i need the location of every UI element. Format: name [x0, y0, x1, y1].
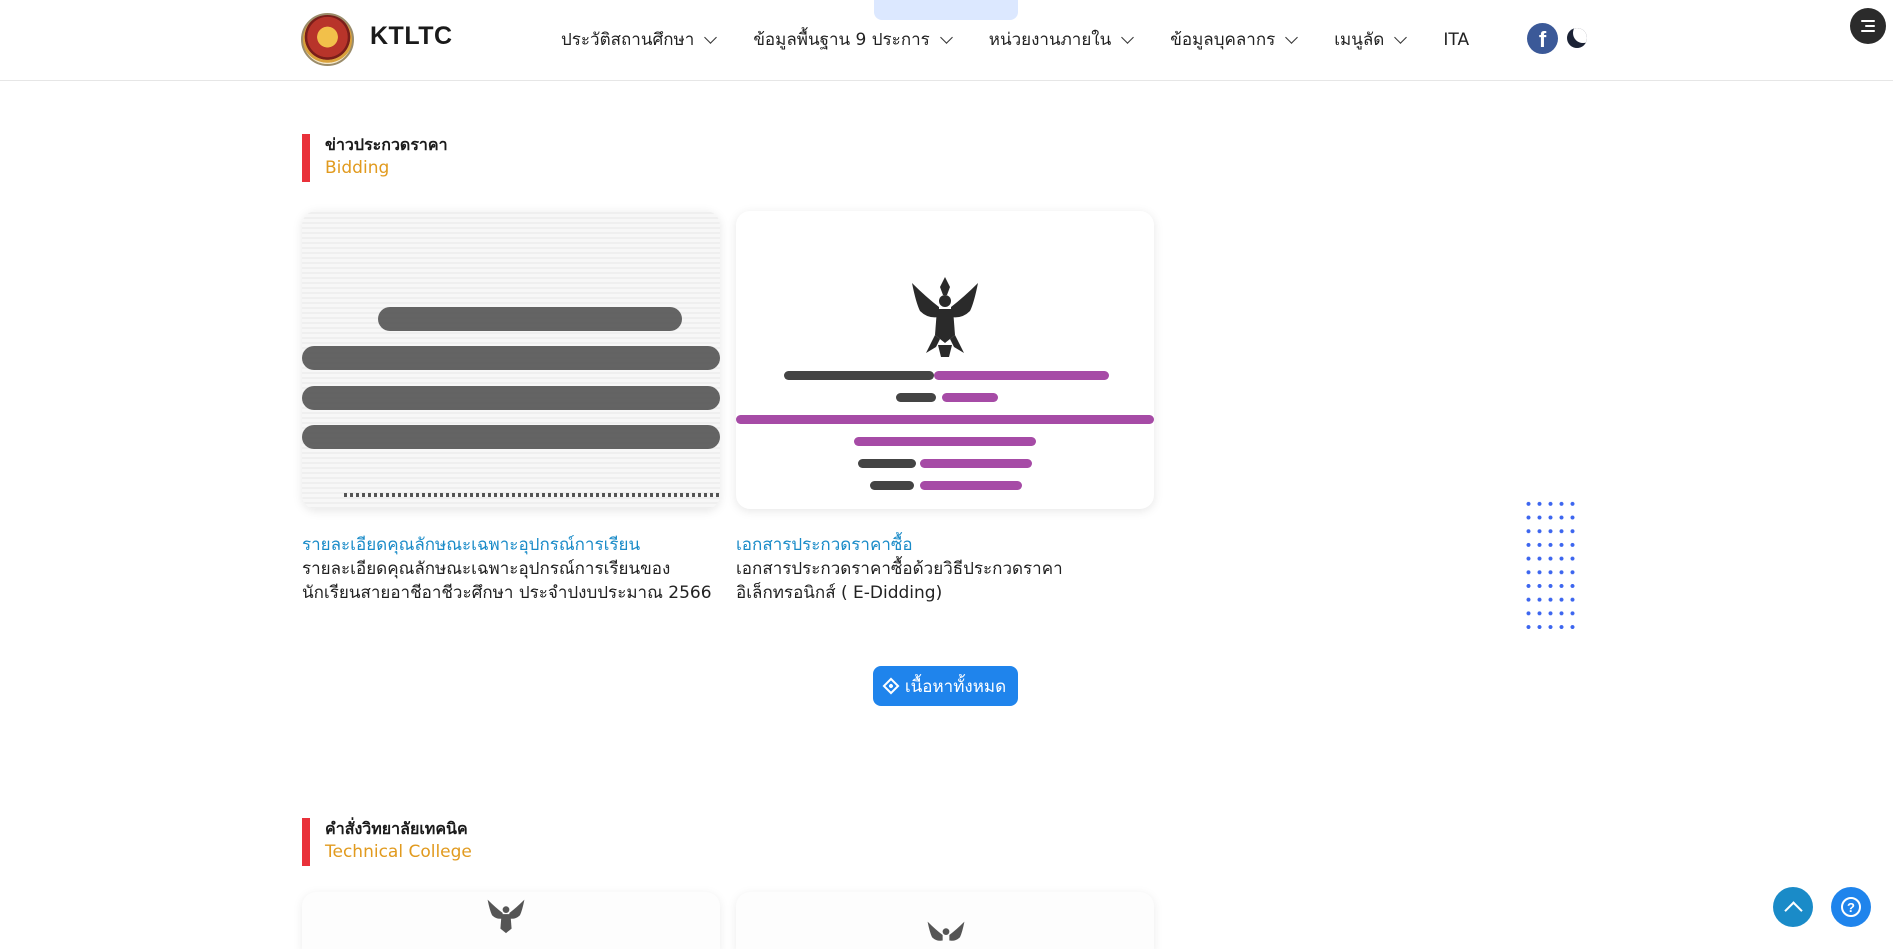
section-header-bidding: ข่าวประกวดราคา Bidding: [302, 134, 448, 182]
garuda-emblem-icon: [927, 921, 965, 941]
chevron-down-icon: [1285, 30, 1299, 44]
nav-item-personnel[interactable]: ข้อมูลบุคลากร: [1170, 26, 1299, 53]
chevron-down-icon: [1121, 30, 1135, 44]
card-title[interactable]: เอกสารประกวดราคาซื้อ: [736, 533, 1154, 557]
section-subtitle: Bidding: [325, 158, 390, 178]
card-thumbnail[interactable]: [736, 892, 1154, 949]
nav-item-shortcuts[interactable]: เมนูลัด: [1334, 26, 1408, 53]
menu-settings-icon[interactable]: [1850, 8, 1886, 44]
decorative-dot-grid: [1523, 497, 1575, 637]
card-thumbnail[interactable]: [736, 211, 1154, 509]
diamond-icon: [882, 677, 900, 695]
card-thumbnail[interactable]: [302, 892, 720, 949]
section-title: คำสั่งวิทยาลัยเทคนิค: [325, 819, 468, 838]
chevron-up-icon: [1783, 901, 1803, 920]
nav-label: ข้อมูลพื้นฐาน 9 ประการ: [753, 30, 930, 50]
section-title: ข่าวประกวดราคา: [325, 135, 448, 154]
scroll-to-top-button[interactable]: [1773, 887, 1813, 927]
chevron-down-icon: [1394, 30, 1408, 44]
nav-label: เมนูลัด: [1334, 30, 1385, 50]
card-thumbnail[interactable]: [302, 211, 720, 509]
card-title[interactable]: รายละเอียดคุณลักษณะเฉพาะอุปกรณ์การเรียน: [302, 533, 720, 557]
question-icon: ?: [1841, 897, 1861, 917]
card-description: เอกสารประกวดราคาซื้อด้วยวิธีประกวดราคาอิ…: [736, 559, 1063, 603]
view-all-button[interactable]: เนื้อหาทั้งหมด: [873, 666, 1018, 706]
section-header-college: คำสั่งวิทยาลัยเทคนิค Technical College: [302, 818, 472, 866]
chevron-down-icon: [939, 30, 953, 44]
college-logo[interactable]: [301, 13, 354, 66]
nav-label: ประวัติสถานศึกษา: [561, 30, 695, 50]
nav-item-departments[interactable]: หน่วยงานภายใน: [988, 26, 1135, 53]
card-description: รายละเอียดคุณลักษณะเฉพาะอุปกรณ์การเรียนข…: [302, 559, 712, 603]
garuda-emblem-icon: [912, 277, 978, 357]
help-button[interactable]: ?: [1831, 887, 1871, 927]
brand-name[interactable]: KTLTC: [370, 22, 453, 51]
nav-item-history[interactable]: ประวัติสถานศึกษา: [561, 26, 718, 53]
moon-icon[interactable]: [1567, 28, 1587, 48]
site-header: KTLTC ประวัติสถานศึกษา ข้อมูลพื้นฐาน 9 ป…: [0, 0, 1893, 81]
nav-item-ita[interactable]: ITA: [1443, 30, 1469, 50]
ghost-button-top[interactable]: [874, 0, 1018, 20]
facebook-icon[interactable]: f: [1527, 23, 1558, 54]
main-nav: ประวัติสถานศึกษา ข้อมูลพื้นฐาน 9 ประการ …: [561, 26, 1507, 53]
chevron-down-icon: [704, 30, 718, 44]
section-subtitle: Technical College: [325, 842, 472, 862]
nav-label: หน่วยงานภายใน: [988, 30, 1112, 50]
nav-label: ITA: [1443, 29, 1470, 50]
garuda-emblem-icon: [487, 899, 525, 934]
news-card[interactable]: รายละเอียดคุณลักษณะเฉพาะอุปกรณ์การเรียน …: [302, 211, 720, 605]
news-card[interactable]: เอกสารประกวดราคาซื้อ เอกสารประกวดราคาซื้…: [736, 211, 1154, 605]
nav-label: ข้อมูลบุคลากร: [1170, 30, 1276, 50]
nav-item-basic-info[interactable]: ข้อมูลพื้นฐาน 9 ประการ: [753, 26, 953, 53]
view-all-label: เนื้อหาทั้งหมด: [904, 676, 1007, 697]
